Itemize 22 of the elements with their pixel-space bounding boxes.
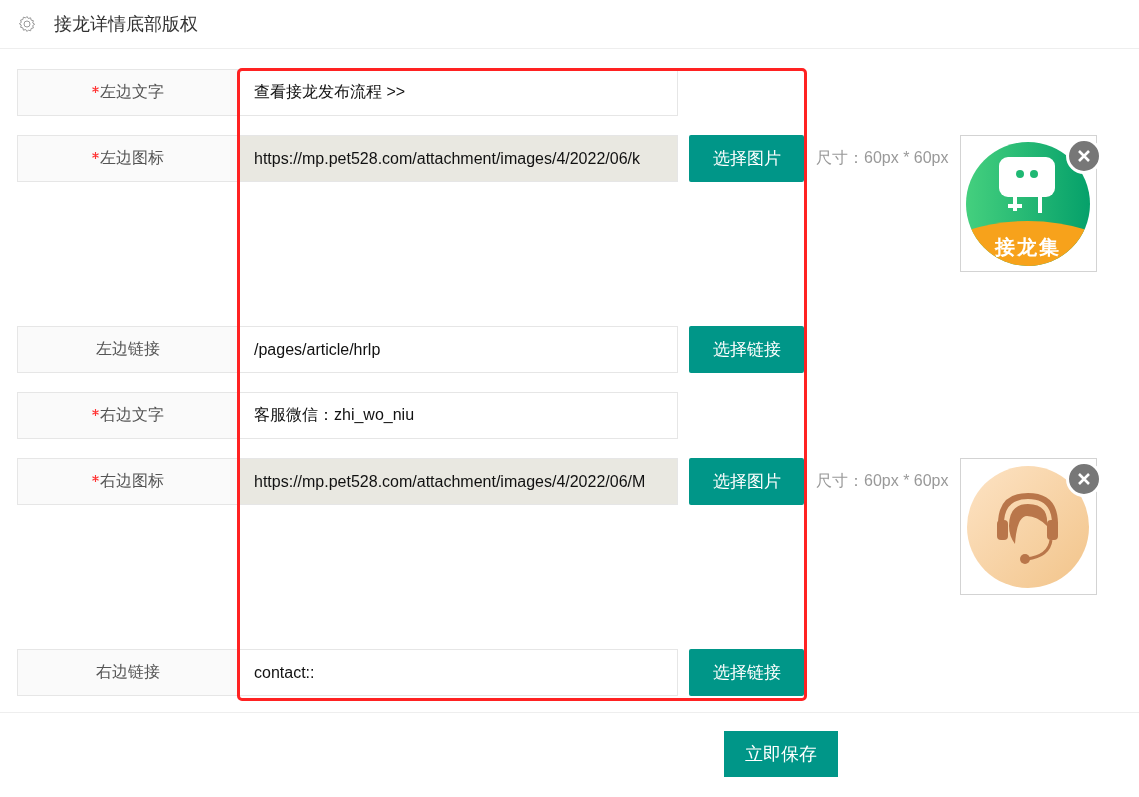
input-field[interactable]: contact:: [237,649,678,696]
choose-link-button[interactable]: 选择链接 [689,649,804,696]
settings-icon [18,15,36,33]
field-label: 右边图标 [99,471,164,491]
page-title: 接龙详情底部版权 [54,13,198,36]
field-label: 左边图标 [99,148,164,168]
url-field[interactable]: https://mp.pet528.com/attachment/images/4/2022/06/M [237,458,678,505]
size-hint: 尺寸：60px * 60px [816,471,949,491]
choose-image-button[interactable]: 选择图片 [689,458,804,505]
choose-link-button[interactable]: 选择链接 [689,326,804,373]
save-button[interactable]: 立即保存 [724,731,838,777]
logo-caption: 接龙集 [993,234,1062,260]
input-field[interactable]: 查看接龙发布流程 >> [237,69,678,116]
field-label: 左边文字 [99,82,164,102]
size-hint: 尺寸：60px * 60px [816,148,949,168]
input-field[interactable]: 客服微信：zhi_wo_niu [237,392,678,439]
field-label: 左边链接 [95,339,160,359]
field-label: 右边文字 [99,405,164,425]
input-field[interactable]: /pages/article/hrlp [237,326,678,373]
url-field[interactable]: https://mp.pet528.com/attachment/images/4/2022/06/k [237,135,678,182]
field-label: 右边链接 [95,662,160,682]
choose-image-button[interactable]: 选择图片 [689,135,804,182]
